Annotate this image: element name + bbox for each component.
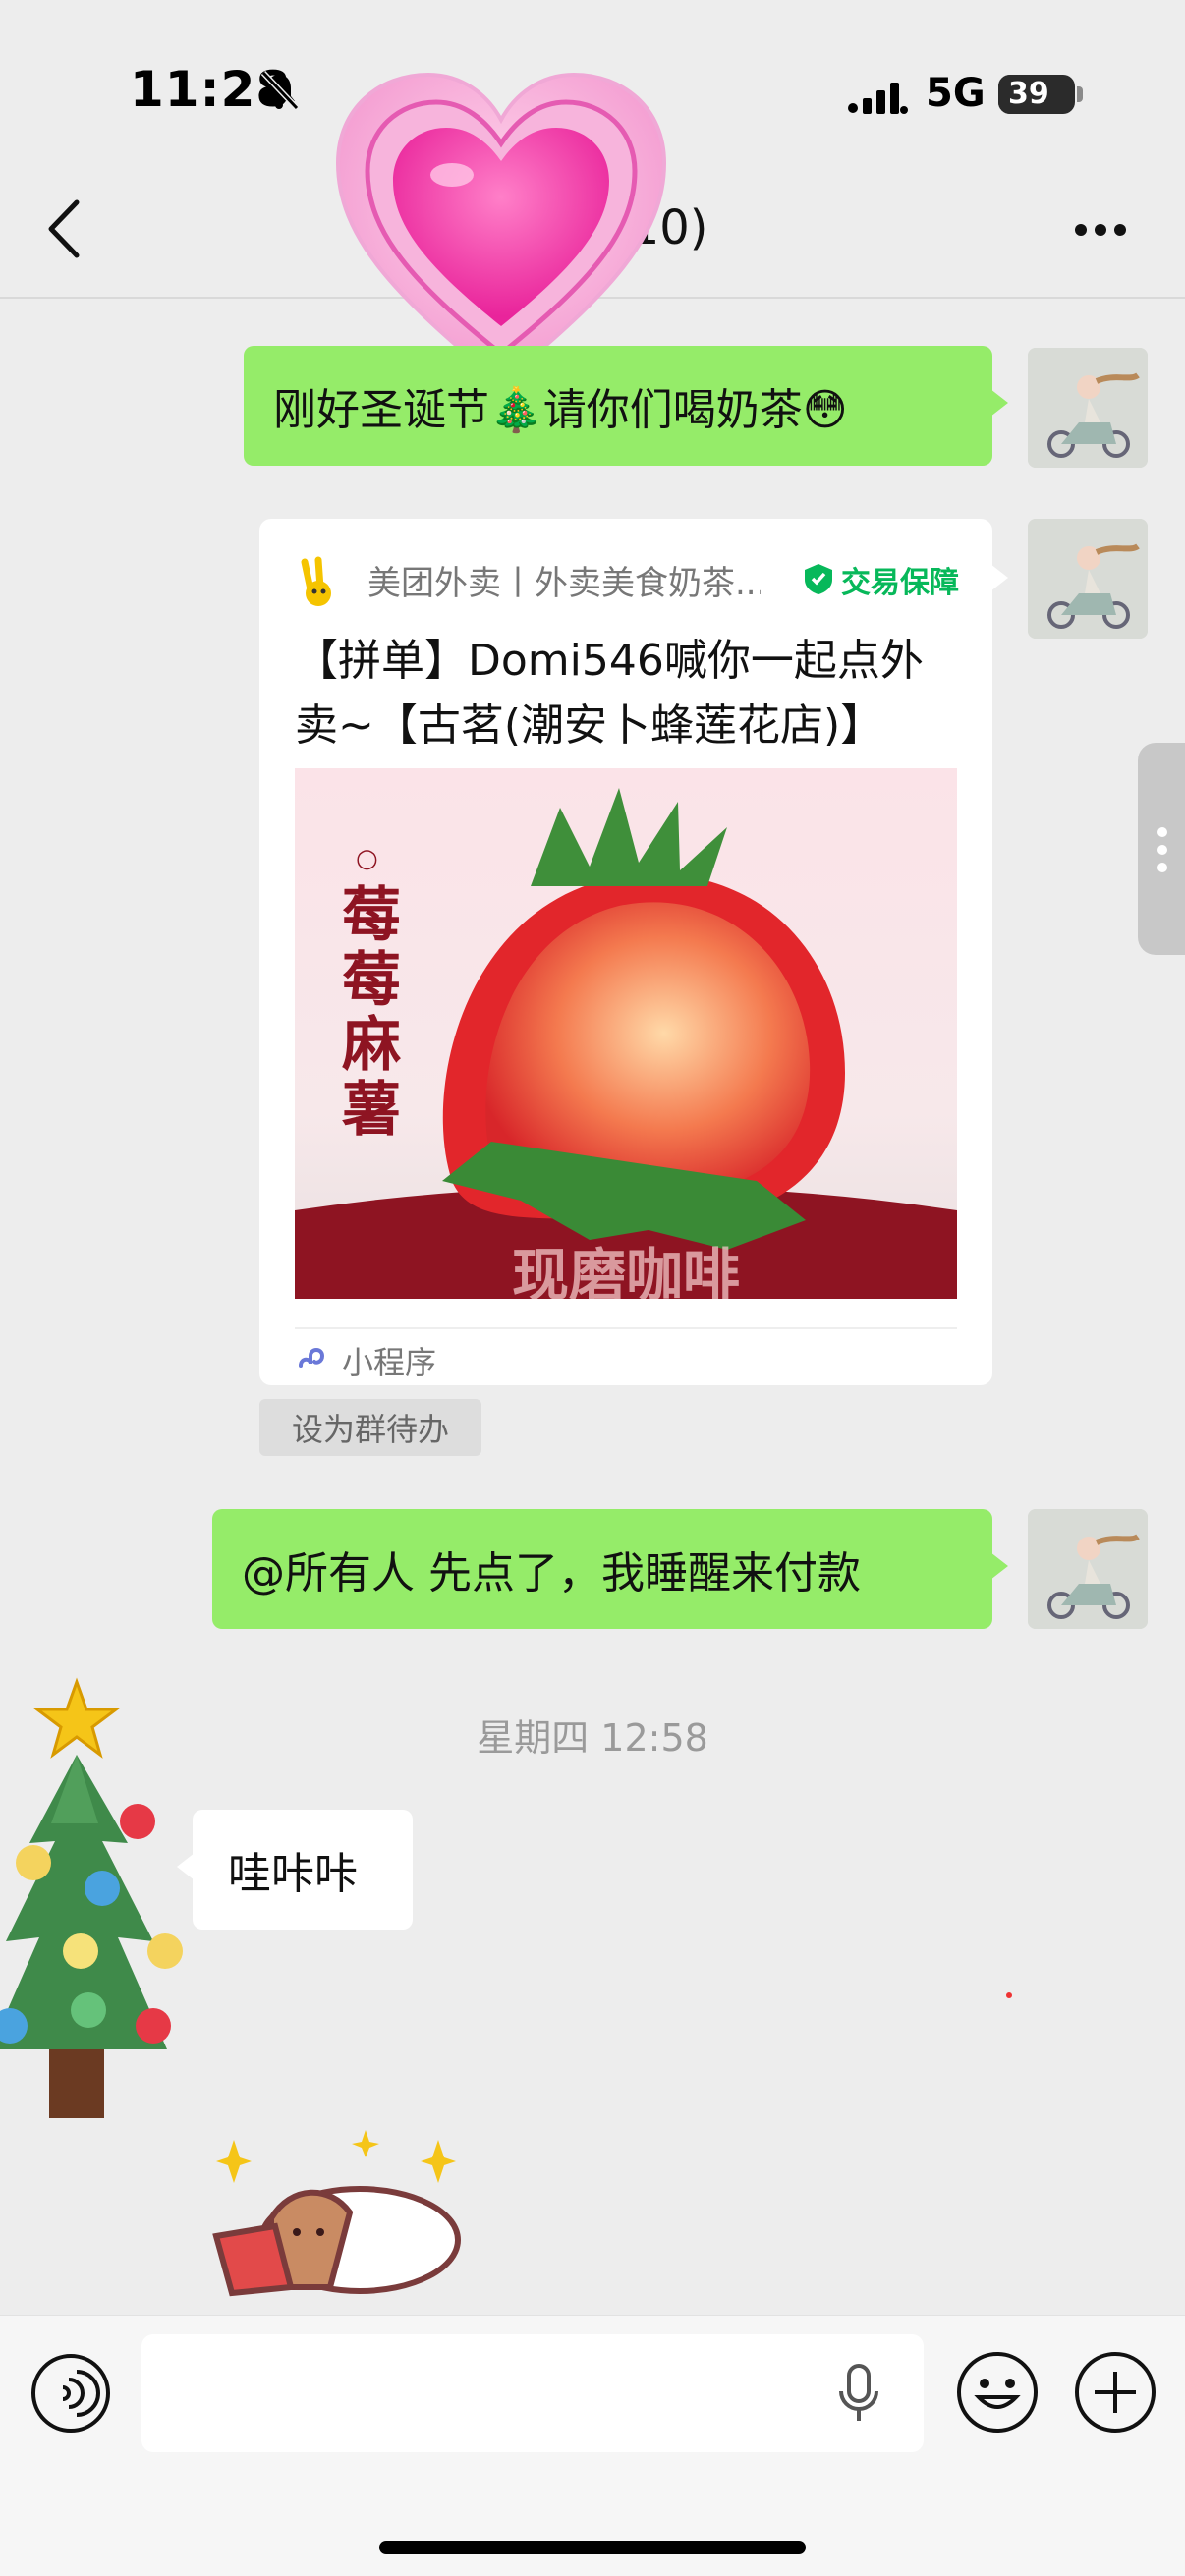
voice-input-button[interactable] (29, 2352, 112, 2435)
emoji-button[interactable] (955, 2350, 1040, 2435)
mini-program-card[interactable]: 美团外卖丨外卖美食奶茶... 交易保障 【拼单】Domi546喊你一起点外卖~【… (259, 519, 1008, 1385)
message-text: @所有人 先点了，我睡醒来付款 (242, 1548, 861, 1598)
message-text: 刚好圣诞节🎄请你们喝奶茶😳 (273, 385, 848, 435)
card-guarantee: 交易保障 (841, 566, 959, 600)
scooter-avatar-icon (1028, 519, 1148, 639)
microphone-icon[interactable] (837, 2362, 880, 2425)
image-text-char: 麻 (342, 1011, 401, 1080)
card-divider (295, 1327, 957, 1329)
card-type-label: 小程序 (342, 1344, 437, 1381)
mini-program-icon (299, 1348, 325, 1368)
heart-sticker (335, 72, 667, 386)
chevron-left-icon[interactable] (43, 198, 83, 259)
bell-muted-icon (260, 70, 300, 111)
avatar[interactable] (1028, 519, 1148, 639)
card-title: 【拼单】Domi546喊你一起点外卖~【古茗(潮安卜蜂莲花店)】 (295, 636, 924, 751)
hamster-sticker[interactable] (212, 2130, 478, 2307)
red-dot (1006, 1992, 1012, 1998)
signal-icon (848, 83, 908, 114)
scooter-avatar-icon (1028, 348, 1148, 468)
message-input[interactable] (141, 2334, 924, 2452)
scooter-avatar-icon (1028, 1509, 1148, 1629)
battery-cap (1077, 86, 1083, 102)
side-pull-tab[interactable] (1138, 743, 1185, 955)
card-app-name: 美团外卖丨外卖美食奶茶... (367, 564, 761, 603)
battery-level: 39 (1008, 77, 1049, 111)
image-bottom-text: 现磨咖啡 (512, 1242, 740, 1299)
message-bubble-received[interactable]: 哇咔咔 (177, 1810, 413, 1930)
svg-text:○: ○ (356, 844, 378, 873)
home-indicator (379, 2541, 806, 2554)
image-text-char: 莓 (342, 881, 401, 950)
card-image-text: ○ 莓莓麻薯 (342, 844, 401, 1145)
message-bubble-sent[interactable]: @所有人 先点了，我睡醒来付款 (212, 1509, 1008, 1629)
avatar[interactable] (1028, 1509, 1148, 1629)
message-text: 哇咔咔 (228, 1849, 358, 1899)
set-group-todo-button[interactable]: 设为群待办 (259, 1399, 481, 1456)
message-bubble-sent[interactable]: 刚好圣诞节🎄请你们喝奶茶😳 (244, 346, 1008, 466)
svg-text:莓莓麻薯: 莓莓麻薯 (342, 881, 401, 1145)
shield-check-icon (805, 564, 832, 594)
more-dots-icon[interactable] (1073, 222, 1128, 238)
strawberry-image: ○ 莓莓麻薯 现磨咖啡 (295, 768, 957, 1299)
network-type: 5G (926, 71, 986, 116)
battery-indicator: 39 (998, 75, 1075, 114)
meituan-icon (301, 556, 331, 606)
image-text-char: 莓 (342, 946, 401, 1015)
avatar[interactable] (1028, 348, 1148, 468)
plus-button[interactable] (1073, 2350, 1157, 2435)
image-text-char: 薯 (342, 1076, 401, 1145)
